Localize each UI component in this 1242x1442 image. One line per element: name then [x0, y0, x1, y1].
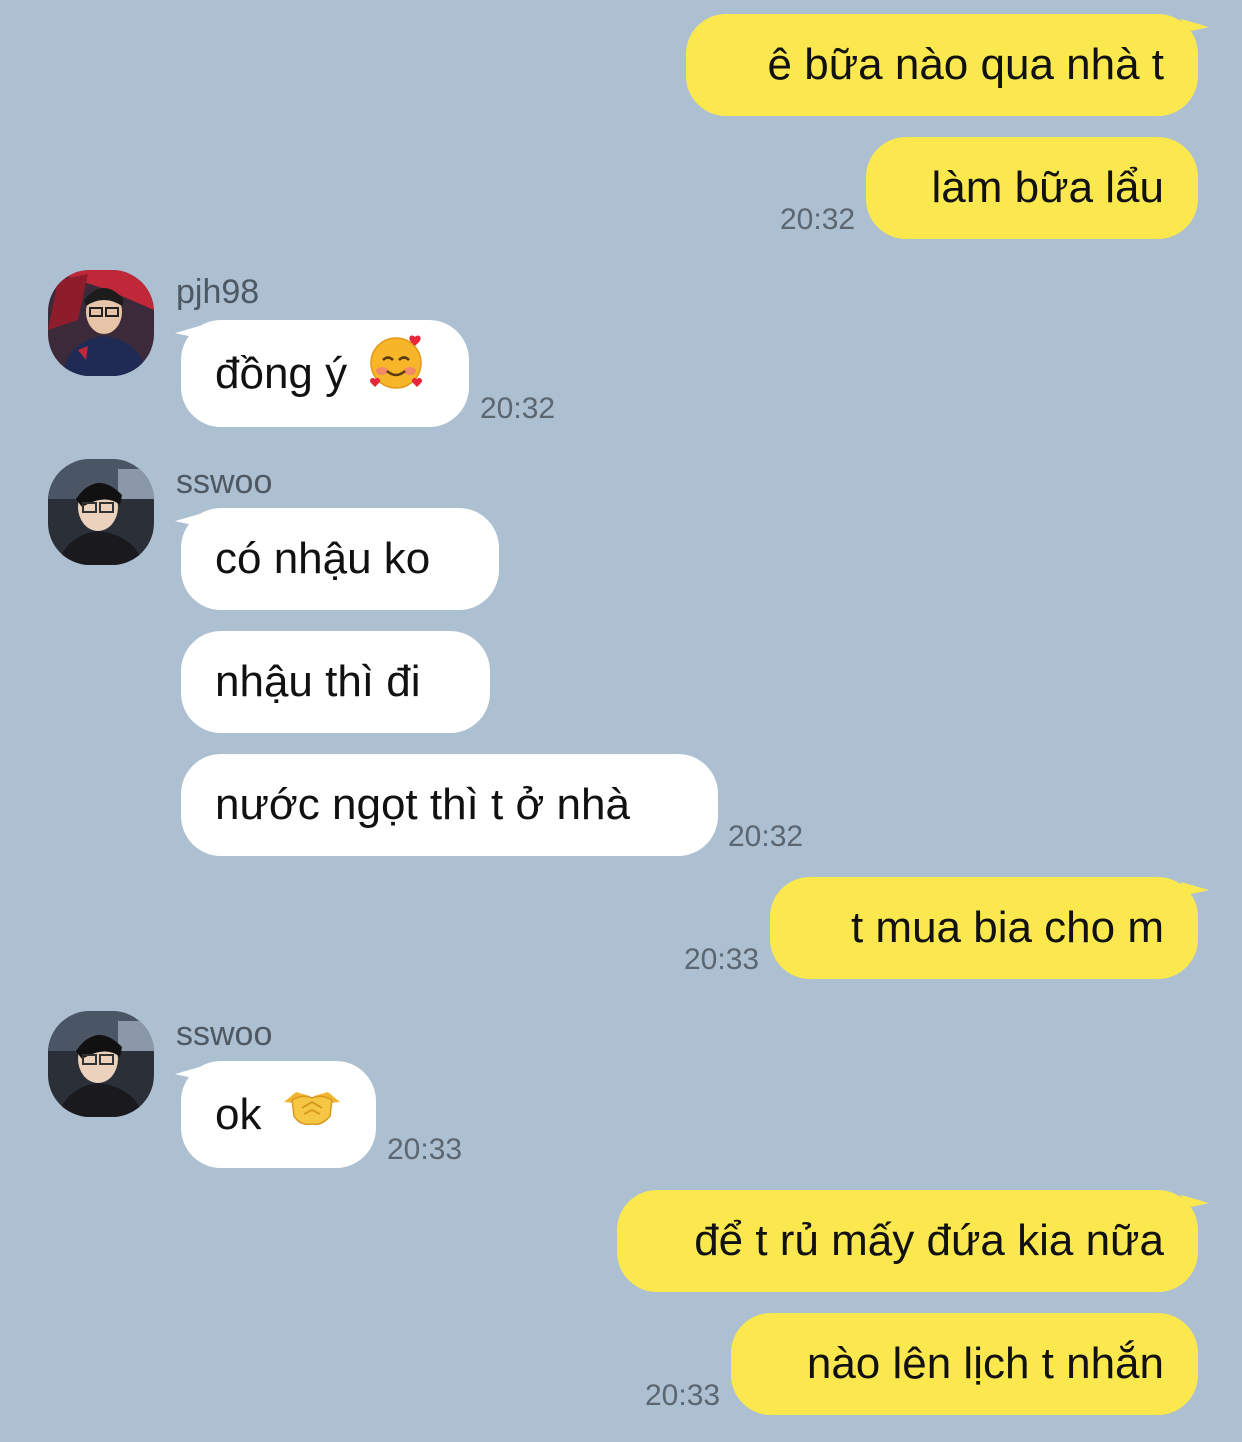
message-bubble-outgoing[interactable]: nào lên lịch t nhắn — [731, 1313, 1198, 1415]
message-text: ê bữa nào qua nhà t — [767, 40, 1164, 89]
message-text: ok — [215, 1090, 262, 1139]
message-bubble-incoming[interactable]: ok — [181, 1061, 376, 1168]
bubble-tail — [174, 319, 204, 339]
sender-name: pjh98 — [176, 273, 260, 311]
message-bubble-outgoing[interactable]: ê bữa nào qua nhà t — [686, 14, 1198, 116]
message-text: đồng ý — [215, 349, 348, 398]
message-text: nào lên lịch t nhắn — [806, 1339, 1164, 1388]
message-text: nhậu thì đi — [215, 657, 421, 706]
sender-name: sswoo — [176, 1015, 273, 1053]
message-text: t mua bia cho m — [850, 903, 1164, 952]
message-bubble-outgoing[interactable]: t mua bia cho m — [770, 877, 1198, 979]
message-timestamp: 20:33 — [387, 1133, 463, 1166]
avatar[interactable] — [48, 459, 154, 565]
message-bubble-outgoing[interactable]: làm bữa lẩu — [866, 137, 1198, 239]
bubble-tail — [1180, 13, 1210, 33]
message-bubble-outgoing[interactable]: để t rủ mấy đứa kia nữa — [617, 1190, 1198, 1292]
sender-name: sswoo — [176, 463, 273, 501]
message-timestamp: 20:32 — [728, 820, 804, 853]
bubble-tail — [1180, 1189, 1210, 1209]
message-bubble-incoming[interactable]: nước ngọt thì t ở nhà — [181, 754, 718, 856]
bubble-tail — [1180, 876, 1210, 896]
bubble-tail — [174, 507, 204, 527]
message-timestamp: 20:32 — [480, 392, 556, 425]
message-timestamp: 20:33 — [684, 943, 760, 976]
message-text: có nhậu ko — [215, 534, 431, 583]
bubble-tail — [174, 1060, 204, 1080]
message-bubble-incoming[interactable]: có nhậu ko — [181, 508, 499, 610]
message-timestamp: 20:32 — [780, 203, 856, 236]
avatar[interactable] — [48, 1011, 154, 1117]
message-text: nước ngọt thì t ở nhà — [215, 780, 630, 829]
message-text: để t rủ mấy đứa kia nữa — [694, 1216, 1164, 1265]
message-text: làm bữa lẩu — [931, 163, 1164, 212]
avatar[interactable] — [48, 270, 154, 376]
handshake-icon — [282, 1064, 342, 1171]
smiling-face-with-hearts-icon — [367, 323, 425, 430]
message-timestamp: 20:33 — [645, 1379, 721, 1412]
message-bubble-incoming[interactable]: đồng ý — [181, 320, 469, 427]
message-bubble-incoming[interactable]: nhậu thì đi — [181, 631, 490, 733]
